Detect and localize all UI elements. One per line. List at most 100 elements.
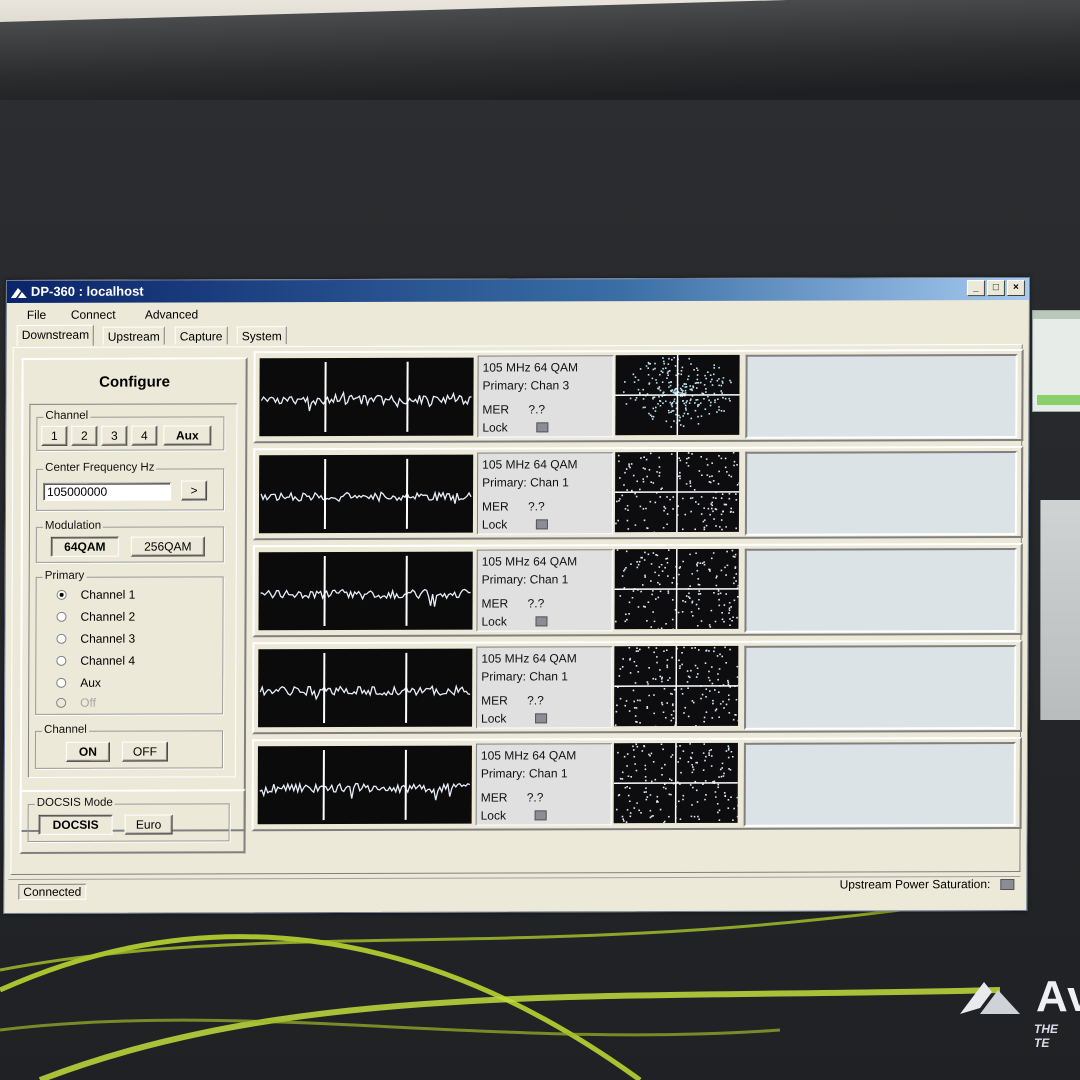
constellation-point bbox=[679, 665, 681, 667]
constellation-point bbox=[703, 507, 705, 509]
constellation-point bbox=[705, 696, 707, 698]
constellation-point bbox=[694, 647, 696, 649]
constellation-point bbox=[696, 667, 699, 670]
background-window[interactable] bbox=[1032, 310, 1080, 412]
constellation-point bbox=[689, 756, 692, 759]
constellation-point bbox=[696, 761, 698, 764]
upstream-saturation-indicator bbox=[1000, 879, 1015, 891]
constellation-point bbox=[623, 484, 625, 486]
constellation-point bbox=[689, 482, 692, 484]
constellation-point bbox=[699, 562, 702, 564]
constellation-point bbox=[661, 774, 663, 776]
constellation-point bbox=[626, 765, 628, 767]
constellation-point bbox=[708, 568, 710, 571]
configure-body: Channel 1 2 3 4 Aux Center Frequency Hz … bbox=[27, 403, 238, 778]
menu-connect[interactable]: Connect bbox=[71, 308, 116, 322]
constellation-point bbox=[719, 592, 722, 595]
docsis-button[interactable]: DOCSIS bbox=[38, 814, 113, 835]
constellation-point bbox=[721, 611, 723, 614]
radio-label: Channel 4 bbox=[80, 653, 136, 668]
constellation-point bbox=[703, 561, 705, 563]
constellation-point bbox=[652, 677, 655, 680]
constellation-point bbox=[635, 743, 638, 746]
constellation-point bbox=[660, 488, 662, 490]
constellation-point bbox=[723, 604, 726, 606]
constellation-point bbox=[641, 584, 644, 586]
constellation-point bbox=[700, 415, 703, 417]
constellation-point bbox=[678, 419, 681, 422]
maximize-button[interactable]: □ bbox=[986, 280, 1005, 297]
constellation-point bbox=[736, 815, 738, 818]
constellation-point bbox=[692, 766, 694, 768]
constellation-point bbox=[684, 706, 687, 709]
channel-aux-button[interactable]: Aux bbox=[163, 425, 212, 446]
constellation-point bbox=[729, 648, 731, 651]
constellation-point bbox=[686, 400, 688, 402]
constellation-point bbox=[632, 745, 634, 748]
constellation-point bbox=[705, 377, 707, 380]
constellation-point bbox=[679, 392, 681, 394]
modulation-256qam-button[interactable]: 256QAM bbox=[130, 536, 205, 557]
channel-3-button[interactable]: 3 bbox=[101, 425, 128, 446]
constellation-point bbox=[692, 786, 694, 789]
constellation-point bbox=[701, 562, 704, 565]
mer-value: ?.? bbox=[526, 790, 544, 805]
configure-title: Configure bbox=[99, 373, 170, 391]
constellation-point bbox=[703, 716, 706, 719]
constellation-point bbox=[689, 784, 692, 786]
channel-2-button[interactable]: 2 bbox=[71, 425, 98, 446]
lock-label: Lock bbox=[481, 517, 508, 532]
constellation-point bbox=[652, 760, 655, 763]
constellation-point bbox=[661, 676, 663, 679]
constellation-point bbox=[623, 820, 625, 822]
modulation-64qam-button[interactable]: 64QAM bbox=[50, 536, 119, 557]
menu-file[interactable]: File bbox=[27, 308, 46, 322]
constellation-point bbox=[730, 796, 732, 798]
tab-downstream[interactable]: Downstream bbox=[16, 324, 95, 346]
constellation-point bbox=[644, 574, 646, 577]
close-button[interactable]: × bbox=[1006, 279, 1025, 297]
constellation-point bbox=[670, 756, 672, 758]
tab-system[interactable]: System bbox=[236, 326, 287, 345]
tab-upstream[interactable]: Upstream bbox=[102, 326, 165, 345]
channel-on-button[interactable]: ON bbox=[65, 741, 110, 762]
constellation-point bbox=[668, 815, 670, 818]
channel-power-group: Channel ON OFF bbox=[34, 723, 224, 769]
channel-off-button[interactable]: OFF bbox=[121, 741, 168, 762]
constellation-point bbox=[621, 771, 624, 774]
constellation-point bbox=[652, 407, 655, 410]
constellation-point bbox=[658, 386, 661, 388]
constellation-point bbox=[670, 779, 673, 782]
minimize-button[interactable]: _ bbox=[966, 280, 985, 297]
tab-capture[interactable]: Capture bbox=[174, 326, 228, 345]
center-frequency-input[interactable]: 105000000 bbox=[43, 482, 172, 501]
constellation-point bbox=[661, 701, 663, 704]
constellation-display bbox=[614, 548, 739, 630]
constellation-point bbox=[648, 382, 651, 384]
constellation-point bbox=[685, 595, 688, 597]
euro-button[interactable]: Euro bbox=[124, 814, 173, 835]
constellation-point bbox=[619, 477, 621, 479]
constellation-point bbox=[625, 550, 628, 553]
constellation-point bbox=[728, 768, 730, 770]
constellation-point bbox=[729, 511, 732, 513]
spectrum-trace bbox=[259, 652, 471, 724]
constellation-point bbox=[718, 366, 720, 369]
constellation-point bbox=[660, 563, 663, 566]
channel-frequency: 105 MHz 64 QAM bbox=[481, 651, 577, 666]
channel-1-button[interactable]: 1 bbox=[41, 425, 68, 446]
constellation-point bbox=[671, 582, 674, 584]
constellation-point bbox=[706, 464, 709, 466]
apply-frequency-button[interactable]: > bbox=[181, 480, 208, 501]
constellation-point bbox=[621, 665, 624, 668]
constellation-point bbox=[654, 410, 657, 412]
constellation-point bbox=[692, 386, 695, 389]
menu-advanced[interactable]: Advanced bbox=[145, 307, 198, 321]
constellation-point bbox=[625, 700, 628, 702]
channel-info: 105 MHz 64 QAM Primary: Chan 1 MER?.? Lock bbox=[476, 549, 613, 632]
title-bar[interactable]: DP-360 : localhost _ □ × bbox=[6, 277, 1029, 303]
channel-4-button[interactable]: 4 bbox=[131, 425, 158, 446]
channel-info: 105 MHz 64 QAM Primary: Chan 1 MER?.? Lock bbox=[475, 743, 612, 826]
constellation-point bbox=[684, 407, 687, 409]
constellation-point bbox=[625, 468, 628, 470]
